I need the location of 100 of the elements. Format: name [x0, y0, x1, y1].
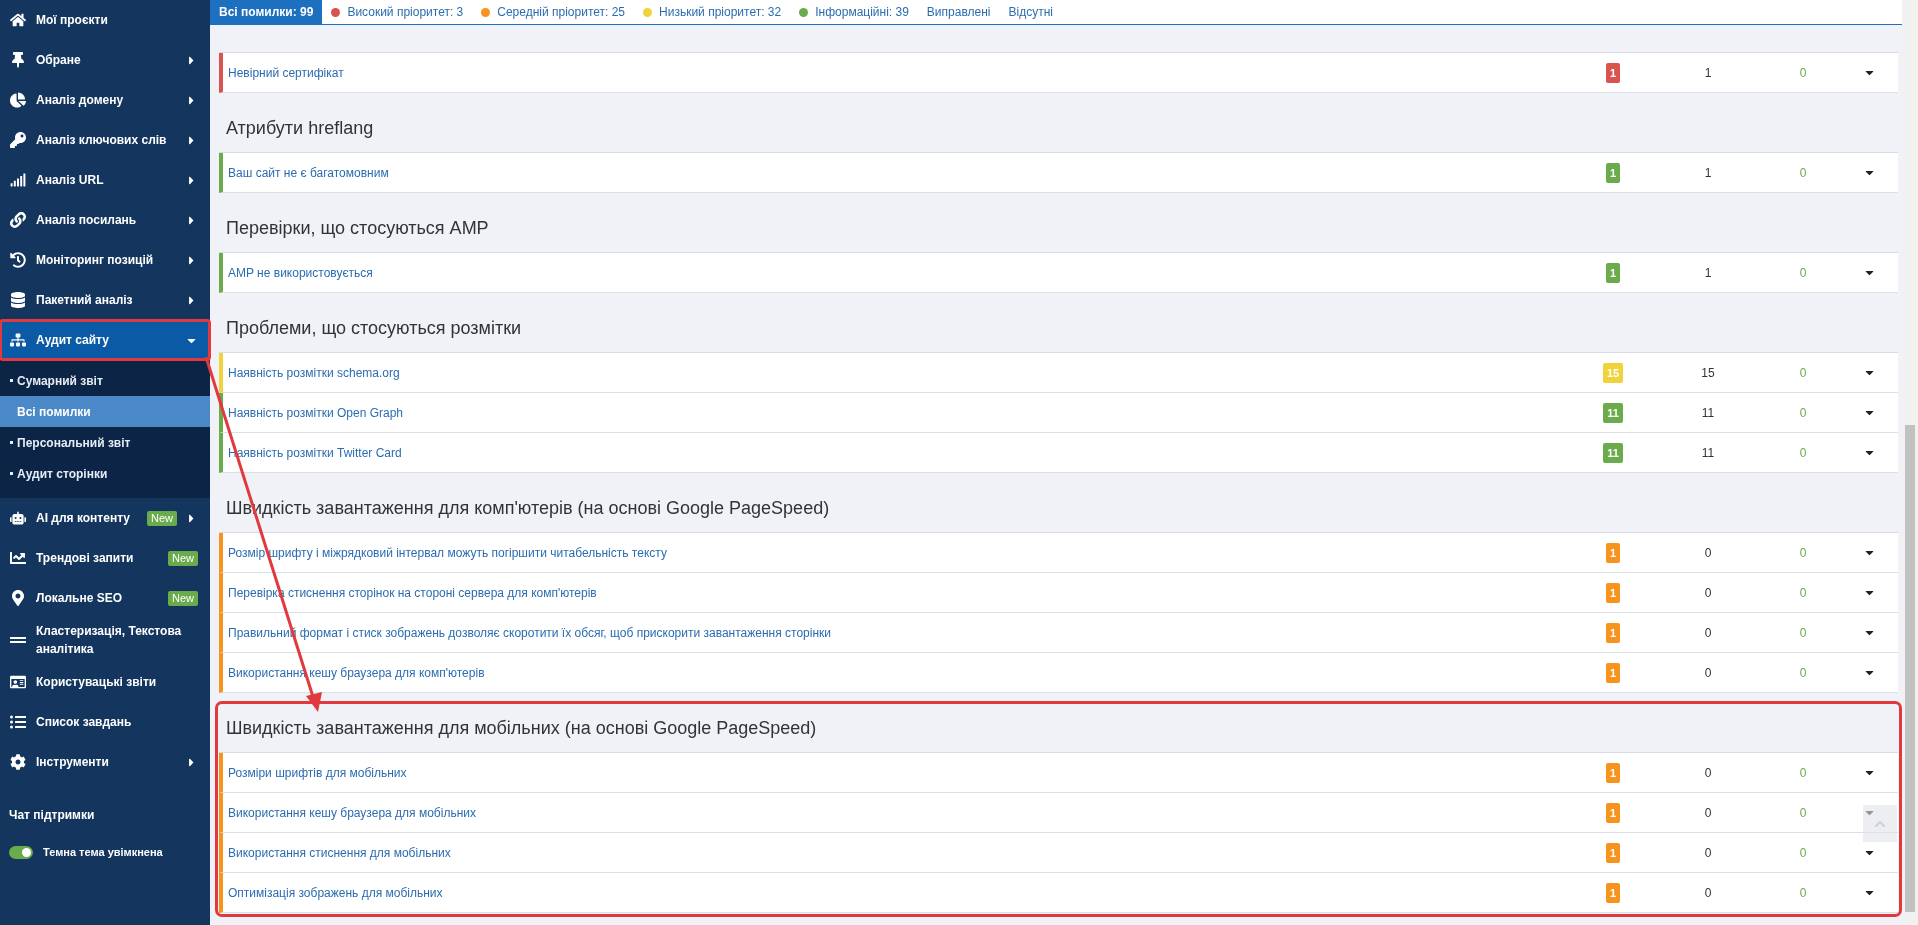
sidebar-item[interactable]: Аналіз URL [0, 160, 210, 200]
sidebar-item-label: Пакетний аналіз [36, 292, 134, 309]
sidebar-item-label: Інструменти [36, 754, 110, 771]
issue-link[interactable]: Використання кешу браузера для мобільних [223, 803, 1593, 822]
sidebar-item[interactable]: Аналіз домену [0, 80, 210, 120]
sidebar-item[interactable]: Трендові запити New [0, 538, 210, 578]
count-badge: 1 [1605, 62, 1621, 83]
sidebar-item[interactable]: Моніторинг позицій [0, 240, 210, 280]
count-badge: 11 [1603, 442, 1623, 463]
fixed-count-text: 0 [1799, 364, 1807, 382]
count-badge: 1 [1605, 622, 1621, 643]
submenu-item[interactable]: Всі помилки [0, 396, 210, 427]
count-text: 0 [1704, 884, 1712, 902]
issue-row[interactable]: Розмір шрифту і міжрядковий інтервал можуть погіршити читабельність тексту 1 0 0 [219, 533, 1898, 573]
sidebar-item-label: Аналіз URL [36, 172, 105, 189]
sidebar-item-label: Моніторинг позицій [36, 252, 155, 269]
sidebar-item[interactable]: Кластеризація, Текстова аналітика [0, 618, 210, 662]
fixed-count-text: 0 [1799, 764, 1807, 782]
sidebar-item[interactable]: Список завдань [0, 702, 210, 742]
issue-link[interactable]: Розмір шрифту і міжрядковий інтервал можуть погіршити читабельність тексту [223, 543, 1593, 562]
section-title: Проблеми, що стосуються розмітки [226, 317, 522, 340]
issue-row[interactable]: Наявність розмітки Open Graph 11 11 0 [219, 393, 1898, 433]
count-text: 0 [1704, 624, 1712, 642]
sidebar-item[interactable]: AI для контенту New [0, 498, 210, 538]
issue-row[interactable]: Ваш сайт не є багатомовним 1 1 0 [219, 153, 1898, 193]
count-text: 0 [1704, 584, 1712, 602]
count-text: 0 [1704, 844, 1712, 862]
sidebar-item-label: Трендові запити [36, 550, 135, 567]
count-badge: 1 [1605, 662, 1621, 683]
sidebar-item[interactable]: Аудит сайту [0, 320, 210, 360]
filter-tab[interactable]: Низький пріоритет: 32 [634, 0, 791, 24]
sidebar-item-label: Аналіз посилань [36, 212, 138, 229]
support-chat-link[interactable]: Чат підтримки [9, 806, 210, 824]
fixed-count-text: 0 [1799, 264, 1807, 282]
filter-tab[interactable]: Високий пріоритет: 3 [322, 0, 473, 24]
new-tag: New [147, 510, 177, 526]
sidebar-item[interactable]: Інструменти [0, 742, 210, 782]
issue-link[interactable]: Розміри шрифтів для мобільних [223, 763, 1593, 782]
issue-row[interactable]: Оптимізація зображень для мобільних 1 0 0 [219, 873, 1898, 913]
fixed-count-text: 0 [1799, 844, 1807, 862]
issue-link[interactable]: Наявність розмітки schema.org [223, 363, 1593, 382]
section-title: Атрибути hreflang [226, 117, 374, 140]
issue-link[interactable]: Невірний сертифікат [223, 63, 1593, 82]
count-badge: 15 [1602, 362, 1624, 383]
fixed-count-text: 0 [1799, 64, 1807, 82]
submenu-item[interactable]: Сумарний звіт [0, 365, 210, 396]
issue-row[interactable]: Наявність розмітки schema.org 15 15 0 [219, 353, 1898, 393]
count-text: 1 [1704, 264, 1712, 282]
sidebar-item[interactable]: Обране [0, 40, 210, 80]
fixed-count-text: 0 [1799, 624, 1807, 642]
fixed-count-text: 0 [1799, 664, 1807, 682]
sidebar-item-label: AI для контенту [36, 510, 131, 527]
count-text: 1 [1704, 164, 1712, 182]
count-text: 11 [1701, 444, 1715, 462]
count-badge: 1 [1605, 542, 1621, 563]
section-title: Швидкість завантаження для мобільних (на основі Google PageSpeed) [226, 717, 817, 740]
sidebar-item[interactable]: Аналіз посилань [0, 200, 210, 240]
filter-tab[interactable]: Середній пріоритет: 25 [472, 0, 635, 24]
filter-tab[interactable]: Всі помилки: 99 [210, 0, 323, 24]
issue-link[interactable]: Наявність розмітки Open Graph [223, 403, 1593, 422]
issue-link[interactable]: Оптимізація зображень для мобільних [223, 883, 1593, 902]
new-tag: New [168, 550, 198, 566]
issue-link[interactable]: Ваш сайт не є багатомовним [223, 163, 1593, 182]
count-badge: 1 [1605, 882, 1621, 903]
submenu-item[interactable]: Аудит сторінки [0, 458, 210, 489]
filter-tab[interactable]: Інформаційні: 39 [790, 0, 918, 24]
sidebar-item-label: Аудит сайту [36, 332, 110, 349]
section-title: Перевірки, що стосуються AMP [226, 217, 489, 240]
count-badge: 1 [1605, 582, 1621, 603]
sidebar-item[interactable]: Користувацькі звіти [0, 662, 210, 702]
count-text: 1 [1704, 64, 1712, 82]
fixed-count-text: 0 [1799, 584, 1807, 602]
submenu-item[interactable]: Персональний звіт [0, 427, 210, 458]
fixed-count-text: 0 [1799, 804, 1807, 822]
issue-row[interactable]: AMP не використовується 1 1 0 [219, 253, 1898, 293]
issue-link[interactable]: AMP не використовується [223, 263, 1593, 282]
count-text: 0 [1704, 804, 1712, 822]
theme-toggle-label: Темна тема увімкнена [43, 845, 163, 860]
sidebar-item[interactable]: Мої проєкти [0, 0, 210, 40]
sidebar-item-label: Обране [36, 52, 82, 69]
issue-row[interactable]: Невірний сертифікат 1 1 0 [219, 53, 1898, 93]
sidebar-item[interactable]: Аналіз ключових слів [0, 120, 210, 160]
count-badge: 1 [1605, 262, 1621, 283]
sidebar-item-label: Аналіз домену [36, 92, 125, 109]
fixed-count-text: 0 [1799, 884, 1807, 902]
sidebar-item[interactable]: Локальне SEO New [0, 578, 210, 618]
issue-row[interactable]: Використання кешу браузера для мобільних 1 0 0 [219, 793, 1898, 833]
sidebar-item[interactable]: Пакетний аналіз [0, 280, 210, 320]
sidebar-item-label: Користувацькі звіти [36, 674, 158, 691]
filter-tab[interactable]: Виправлені [917, 0, 1000, 24]
fixed-count-text: 0 [1799, 444, 1807, 462]
issue-row[interactable]: Використання стиснення для мобільних 1 0 0 [219, 833, 1898, 873]
fixed-count-text: 0 [1799, 544, 1807, 562]
sidebar-item-label: Список завдань [36, 714, 133, 731]
issue-link[interactable]: Використання стиснення для мобільних [223, 843, 1593, 862]
count-text: 0 [1704, 664, 1712, 682]
filter-tab[interactable]: Відсутні [999, 0, 1062, 24]
sidebar-item-label: Кластеризація, Текстова аналітика [36, 623, 183, 658]
issue-row[interactable]: Розміри шрифтів для мобільних 1 0 0 [219, 753, 1898, 793]
sidebar-item-label: Мої проєкти [36, 12, 109, 29]
